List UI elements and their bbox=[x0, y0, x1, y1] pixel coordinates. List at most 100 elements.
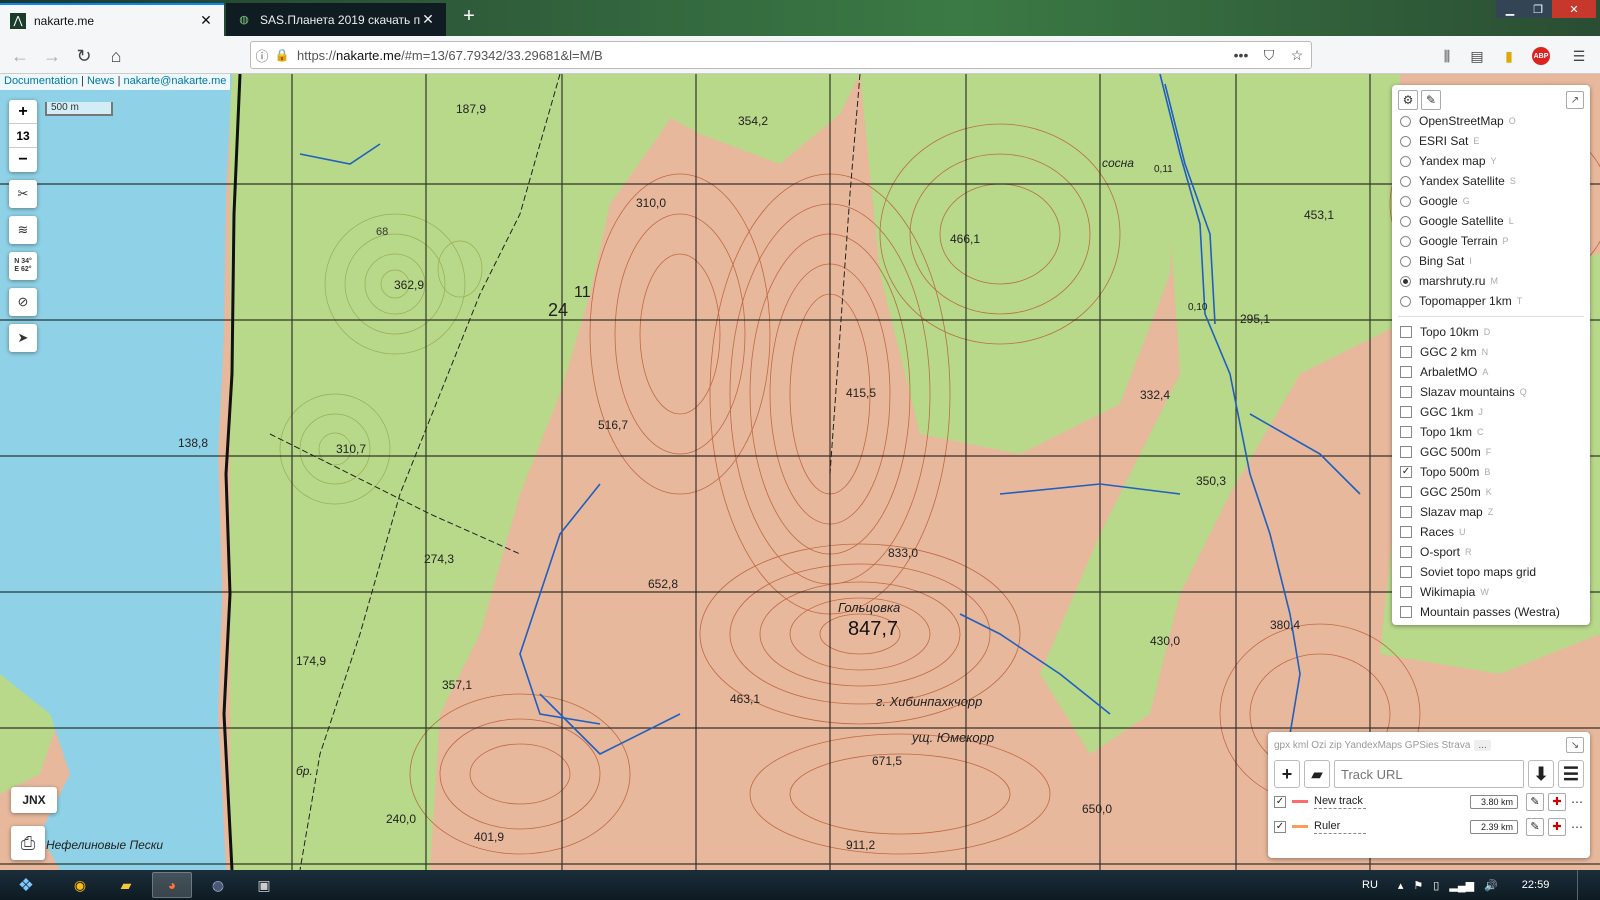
address-bar[interactable]: ⓘ 🔒 https://nakarte.me/#m=13/67.79342/33… bbox=[250, 41, 1312, 69]
track-visibility-checkbox[interactable]: ✓ bbox=[1274, 820, 1286, 833]
zoom-out-button[interactable]: − bbox=[9, 148, 37, 172]
taskbar-chrome[interactable]: ◉ bbox=[60, 872, 100, 898]
base-layer-item[interactable]: Yandex Satellite S bbox=[1398, 171, 1584, 191]
volume-icon[interactable]: 🔊 bbox=[1484, 879, 1498, 892]
taskbar-sasplanet[interactable]: ◍ bbox=[198, 872, 238, 898]
language-indicator[interactable]: RU bbox=[1362, 879, 1378, 891]
info-icon[interactable]: ⓘ bbox=[251, 46, 273, 65]
library-icon[interactable]: ⫼ bbox=[1436, 45, 1458, 67]
minimize-icon[interactable]: ▁ bbox=[1496, 0, 1524, 18]
close-window-icon[interactable]: ✕ bbox=[1552, 0, 1596, 18]
overlay-layer-item[interactable]: GGC 250m K bbox=[1398, 482, 1584, 502]
email-link[interactable]: nakarte@nakarte.me bbox=[123, 75, 226, 87]
close-icon[interactable]: ✕ bbox=[198, 12, 214, 29]
checkbox[interactable] bbox=[1400, 406, 1412, 418]
battery-icon[interactable]: ▯ bbox=[1433, 879, 1439, 892]
radio-button[interactable] bbox=[1400, 155, 1411, 167]
network-icon[interactable]: ▂▄▆ bbox=[1449, 879, 1474, 892]
checkbox[interactable] bbox=[1400, 566, 1412, 578]
tracks-menu-button[interactable]: ☰ bbox=[1558, 760, 1584, 788]
base-layer-item[interactable]: Yandex map Y bbox=[1398, 151, 1584, 171]
collapse-icon[interactable]: ↘ bbox=[1566, 737, 1584, 753]
overlay-layer-item[interactable]: Races U bbox=[1398, 522, 1584, 542]
overlay-layer-item[interactable]: Slazav map Z bbox=[1398, 502, 1584, 522]
checkbox[interactable] bbox=[1400, 546, 1412, 558]
base-layer-item[interactable]: Google Terrain P bbox=[1398, 231, 1584, 251]
add-point-icon[interactable]: ✚ bbox=[1548, 817, 1566, 836]
checkbox[interactable] bbox=[1400, 606, 1412, 618]
track-name[interactable]: New track bbox=[1314, 795, 1366, 809]
reload-icon[interactable]: ↻ bbox=[72, 44, 96, 68]
bookmark-flag-icon[interactable]: ▮ bbox=[1498, 45, 1520, 67]
new-track-button[interactable]: + bbox=[1274, 760, 1300, 788]
add-point-icon[interactable]: ✚ bbox=[1548, 792, 1566, 811]
radio-button[interactable] bbox=[1400, 135, 1411, 147]
tray-arrow-icon[interactable]: ▴ bbox=[1398, 879, 1404, 892]
close-icon[interactable]: ✕ bbox=[420, 11, 436, 28]
overlay-layer-item[interactable]: Topo 1km C bbox=[1398, 422, 1584, 442]
edit-track-icon[interactable]: ✎ bbox=[1526, 817, 1544, 836]
back-arrow-icon[interactable]: ← bbox=[8, 44, 32, 68]
sidebar-icon[interactable]: ▤ bbox=[1466, 45, 1488, 67]
new-tab-button[interactable]: + bbox=[456, 5, 482, 28]
radio-button[interactable] bbox=[1400, 295, 1411, 307]
overlay-layer-item[interactable]: Topo 10km D bbox=[1398, 322, 1584, 342]
radio-button[interactable] bbox=[1400, 115, 1411, 127]
radio-button[interactable] bbox=[1400, 175, 1411, 187]
locate-button[interactable]: ➤ bbox=[9, 324, 37, 352]
taskbar-explorer[interactable]: ▰ bbox=[106, 872, 146, 898]
taskbar-window[interactable]: ▣ bbox=[244, 872, 284, 898]
overlay-layer-item[interactable]: Slazav mountains Q bbox=[1398, 382, 1584, 402]
base-layer-item[interactable]: Google G bbox=[1398, 191, 1584, 211]
overlay-layer-item[interactable]: O-sport R bbox=[1398, 542, 1584, 562]
show-desktop-button[interactable] bbox=[1577, 870, 1583, 900]
base-layer-item[interactable]: Bing Sat I bbox=[1398, 251, 1584, 271]
checkbox[interactable] bbox=[1400, 346, 1412, 358]
track-color-swatch[interactable] bbox=[1292, 825, 1308, 828]
measure-tool-button[interactable]: ✂ bbox=[9, 180, 37, 208]
checkbox[interactable] bbox=[1400, 326, 1412, 338]
coordinates-button[interactable]: N 34° E 62° bbox=[9, 252, 37, 280]
tab-nakarte[interactable]: ⋀ nakarte.me ✕ bbox=[0, 3, 224, 36]
url-text[interactable]: https://nakarte.me/#m=13/67.79342/33.296… bbox=[291, 48, 1227, 63]
radio-button[interactable] bbox=[1400, 255, 1411, 267]
adblock-icon[interactable]: ABP bbox=[1530, 45, 1552, 67]
track-menu-icon[interactable]: ⋯ bbox=[1570, 820, 1584, 834]
print-button[interactable]: ⎙ bbox=[11, 826, 45, 860]
overlay-layer-item[interactable]: ✓ Topo 500m B bbox=[1398, 462, 1584, 482]
overlay-layer-item[interactable]: Mountain passes (Westra) bbox=[1398, 602, 1584, 622]
more-formats-button[interactable]: ... bbox=[1474, 739, 1491, 751]
elevation-tool-button[interactable]: ≋ bbox=[9, 216, 37, 244]
track-menu-icon[interactable]: ⋯ bbox=[1570, 795, 1584, 809]
home-icon[interactable]: ⌂ bbox=[104, 44, 128, 68]
start-button[interactable]: ❖ bbox=[6, 871, 46, 899]
page-actions-icon[interactable]: ••• bbox=[1227, 47, 1255, 63]
checkbox[interactable] bbox=[1400, 526, 1412, 538]
lock-icon[interactable]: 🔒 bbox=[273, 48, 291, 62]
base-layer-item[interactable]: Google Satellite L bbox=[1398, 211, 1584, 231]
overlay-layer-item[interactable]: GGC 500m F bbox=[1398, 442, 1584, 462]
track-item[interactable]: ✓ Ruler 2.39 km ✎ ✚ ⋯ bbox=[1274, 815, 1584, 838]
radio-button[interactable] bbox=[1400, 195, 1411, 207]
base-layer-item[interactable]: OpenStreetMap O bbox=[1398, 111, 1584, 131]
overlay-layer-item[interactable]: GGC 2 km N bbox=[1398, 342, 1584, 362]
track-name[interactable]: Ruler bbox=[1314, 820, 1366, 834]
collapse-icon[interactable]: ↗ bbox=[1566, 91, 1584, 109]
jnx-button[interactable]: JNX bbox=[11, 787, 57, 813]
documentation-link[interactable]: Documentation bbox=[4, 75, 78, 87]
edit-track-icon[interactable]: ✎ bbox=[1526, 792, 1544, 811]
track-url-input[interactable] bbox=[1334, 760, 1524, 788]
download-button[interactable]: ⬇ bbox=[1528, 760, 1554, 788]
azimuth-button[interactable]: ⊘ bbox=[9, 288, 37, 316]
tab-sasplanet[interactable]: ◍ SAS.Планета 2019 скачать пос ✕ bbox=[226, 3, 446, 36]
action-center-icon[interactable]: ⚑ bbox=[1413, 879, 1423, 892]
checkbox[interactable] bbox=[1400, 426, 1412, 438]
checkbox[interactable] bbox=[1400, 366, 1412, 378]
clock[interactable]: 22:59 bbox=[1522, 879, 1550, 891]
overlay-layer-item[interactable]: Wikimapia W bbox=[1398, 582, 1584, 602]
base-layer-item[interactable]: marshruty.ru M bbox=[1398, 271, 1584, 291]
zoom-in-button[interactable]: + bbox=[9, 100, 37, 124]
checkbox[interactable] bbox=[1400, 446, 1412, 458]
base-layer-item[interactable]: Topomapper 1km T bbox=[1398, 291, 1584, 311]
checkbox[interactable] bbox=[1400, 586, 1412, 598]
